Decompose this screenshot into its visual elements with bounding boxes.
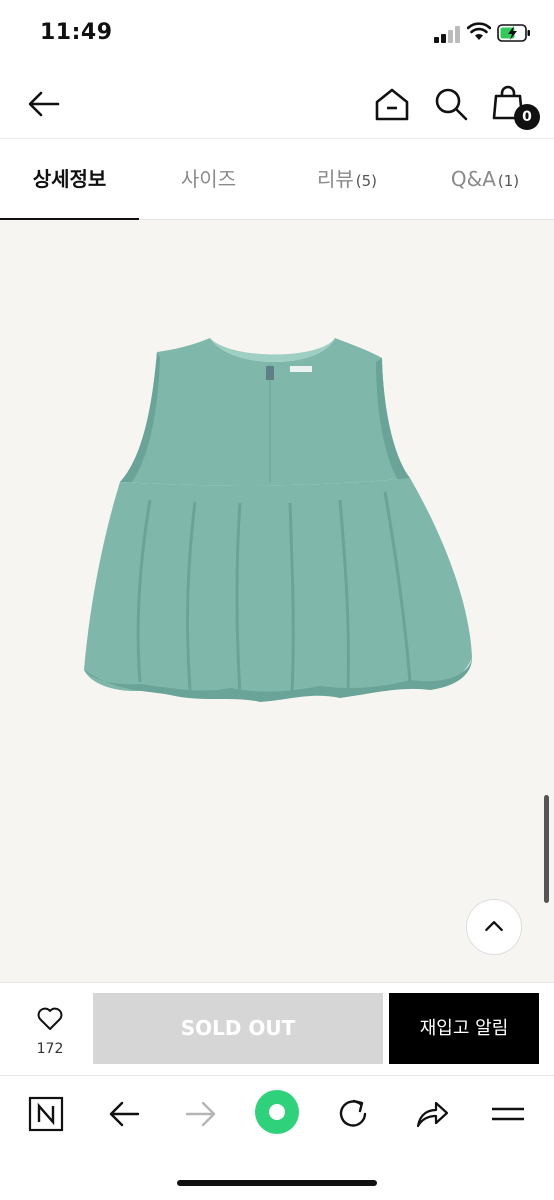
status-bar: 11:49 [0, 0, 554, 68]
sold-out-button[interactable]: SOLD OUT [93, 993, 383, 1064]
browser-toolbar [0, 1075, 554, 1200]
home-indicator [177, 1180, 377, 1186]
cart-count-badge: 0 [514, 104, 540, 130]
green-dot-icon[interactable] [253, 1088, 301, 1136]
cart-button[interactable]: 0 [488, 82, 544, 130]
back-arrow-icon[interactable] [22, 82, 66, 126]
scroll-to-top-button[interactable] [466, 899, 522, 955]
detail-tabs: 상세정보 사이즈 리뷰 (5) Q&A (1) [0, 138, 554, 221]
tab-qna[interactable]: Q&A (1) [416, 139, 554, 220]
top-header: 0 [0, 68, 554, 138]
restock-alert-button[interactable]: 재입고 알림 [389, 993, 539, 1064]
tab-reviews[interactable]: 리뷰 (5) [278, 139, 416, 220]
like-button[interactable]: 172 [22, 1001, 78, 1061]
menu-icon[interactable] [484, 1092, 532, 1136]
status-time: 11:49 [40, 20, 113, 45]
search-icon[interactable] [429, 82, 473, 126]
chevron-up-icon [485, 921, 503, 932]
scroll-indicator[interactable] [544, 795, 549, 903]
tab-label: 리뷰 [316, 167, 354, 191]
product-image [84, 338, 472, 702]
refresh-icon[interactable] [330, 1092, 378, 1136]
share-icon[interactable] [408, 1092, 456, 1136]
tab-label: Q&A [450, 167, 496, 191]
home-icon[interactable] [370, 82, 414, 126]
product-image-area [0, 220, 554, 982]
cellular-signal-icon [434, 26, 460, 43]
browser-forward-icon[interactable] [177, 1092, 225, 1136]
naver-n-icon[interactable] [22, 1092, 70, 1136]
browser-back-icon[interactable] [100, 1092, 148, 1136]
tab-size[interactable]: 사이즈 [139, 139, 278, 220]
battery-charging-icon [497, 24, 530, 42]
like-count: 172 [36, 1041, 64, 1057]
tab-details[interactable]: 상세정보 [0, 139, 139, 221]
tab-label: 상세정보 [32, 167, 107, 191]
purchase-bar: 172 SOLD OUT 재입고 알림 [0, 982, 554, 1075]
tab-count: (1) [497, 172, 520, 190]
tab-count: (5) [355, 172, 378, 190]
wifi-icon [467, 22, 491, 40]
tab-label: 사이즈 [180, 167, 237, 191]
heart-icon [37, 1007, 63, 1030]
